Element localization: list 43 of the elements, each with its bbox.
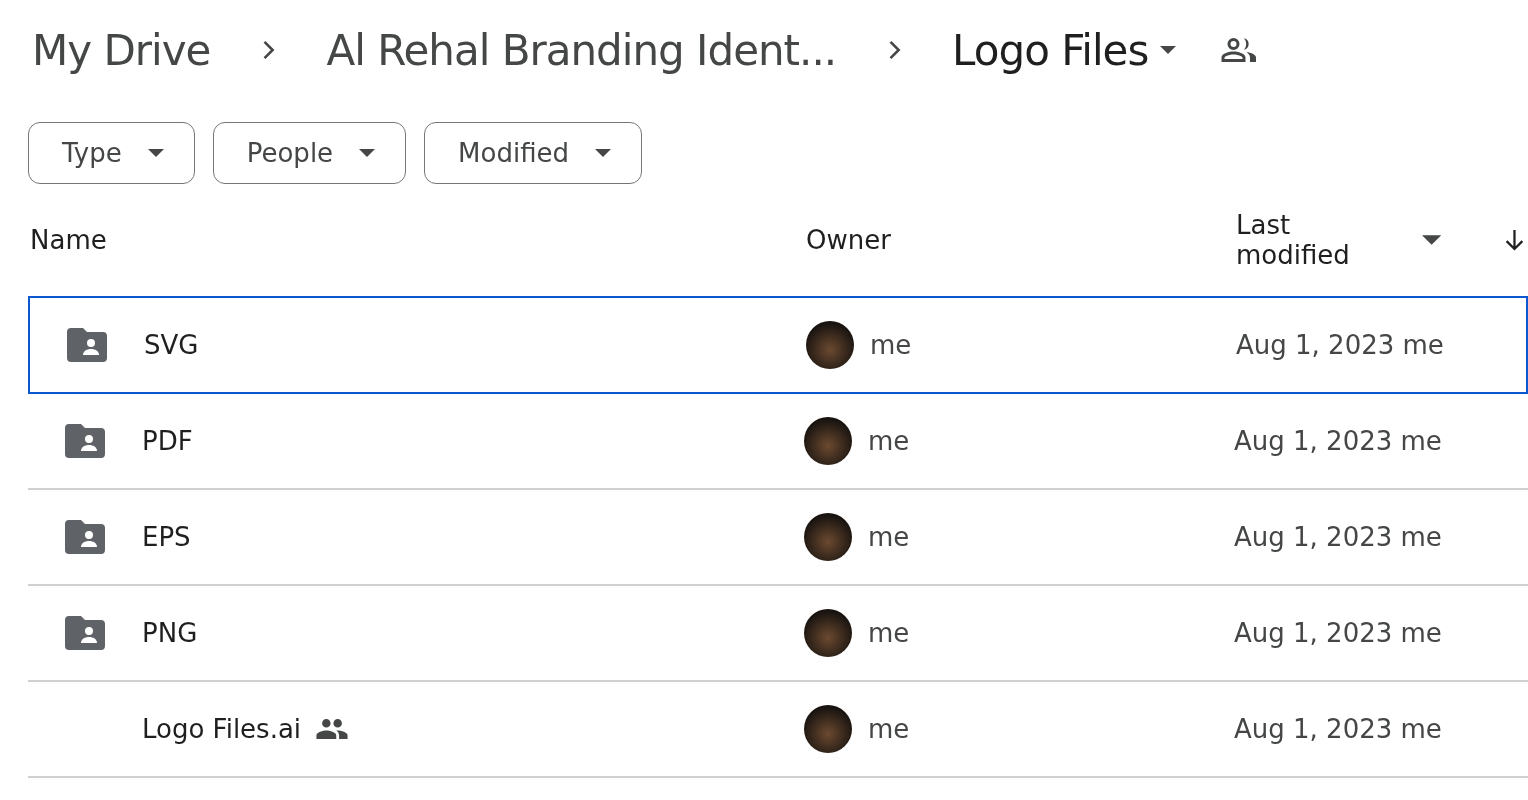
column-header[interactable]: Name (28, 225, 804, 255)
breadcrumb-link[interactable]: Al Rehal Branding Ident... (322, 25, 841, 75)
shared-folder-icon (65, 424, 105, 458)
avatar (804, 513, 852, 561)
file-name: SVG (144, 330, 199, 360)
caret-icon (359, 149, 376, 157)
file-name: PNG (142, 618, 198, 648)
column-header[interactable]: Owner (804, 225, 1234, 255)
shared-folder-icon (65, 616, 105, 650)
column-header[interactable]: Last modified (1234, 210, 1406, 270)
caret-icon (595, 149, 612, 157)
owner-name: me (868, 714, 910, 744)
avatar (804, 705, 852, 753)
breadcrumb-current-folder[interactable]: Logo Files (948, 25, 1181, 75)
modified-date: Aug 1, 2023 me (1236, 330, 1445, 360)
file-row[interactable]: SVG me Aug 1, 2023 me (28, 296, 1528, 394)
owner-name: me (870, 330, 912, 360)
filter-chip[interactable]: Type (28, 122, 195, 184)
breadcrumb-link[interactable]: My Drive (28, 25, 215, 75)
owner-name: me (868, 426, 910, 456)
modified-date: Aug 1, 2023 me (1234, 522, 1443, 552)
caret-icon (1421, 235, 1442, 245)
filter-chip[interactable]: People (212, 122, 407, 184)
filter-chip[interactable]: Modified (424, 122, 643, 184)
modified-date: Aug 1, 2023 me (1234, 714, 1443, 744)
avatar (804, 417, 852, 465)
file-row[interactable]: PNG me Aug 1, 2023 me (28, 586, 1528, 682)
caret-icon (147, 149, 164, 157)
file-row[interactable]: PDF me Aug 1, 2023 me (28, 394, 1528, 490)
file-name: EPS (142, 522, 191, 552)
shared-folder-icon (67, 328, 107, 362)
file-row[interactable]: Logo Files.ai me Aug 1, 2023 me (28, 682, 1528, 778)
caret-icon (1160, 46, 1177, 54)
file-name: Logo Files.ai (142, 714, 302, 744)
owner-name: me (868, 522, 910, 552)
avatar (804, 609, 852, 657)
owner-name: me (868, 618, 910, 648)
modified-date: Aug 1, 2023 me (1234, 426, 1443, 456)
shared-folder-icon (65, 520, 105, 554)
file-row[interactable]: EPS me Aug 1, 2023 me (28, 490, 1528, 586)
file-name: PDF (142, 426, 193, 456)
avatar (806, 321, 854, 369)
modified-date: Aug 1, 2023 me (1234, 618, 1443, 648)
